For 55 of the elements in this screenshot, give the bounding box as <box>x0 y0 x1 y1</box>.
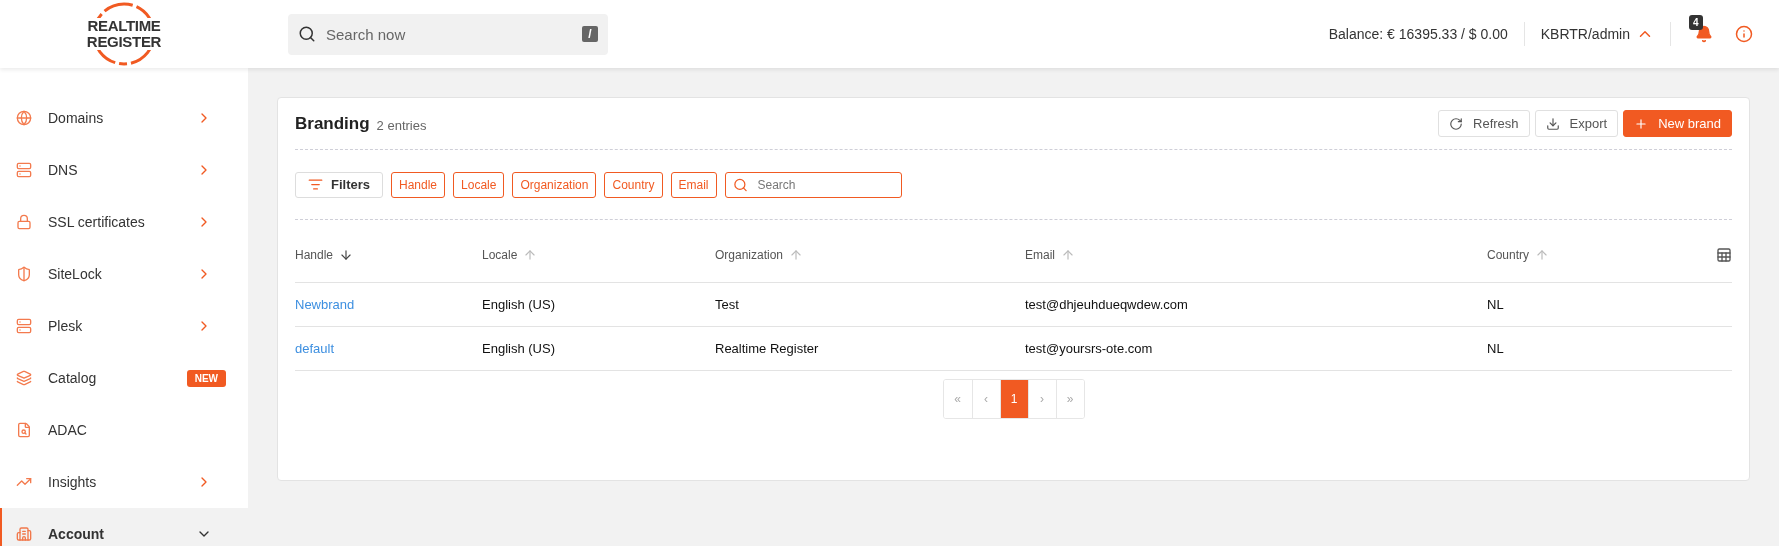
action-button[interactable]: Export <box>1534 110 1619 137</box>
table-cell: Realtime Register <box>715 341 819 356</box>
page-title: Branding <box>295 113 370 134</box>
sidebar-item-label: Domains <box>48 110 105 126</box>
sidebar-item-label: SiteLock <box>48 266 103 282</box>
table-cell: test@yoursrs-ote.com <box>1025 341 1153 356</box>
table-cell: test@dhjeuhdueqwdew.com <box>1025 297 1188 312</box>
sidebar-item[interactable]: Account <box>0 508 248 546</box>
column-header[interactable]: Handle <box>295 248 334 262</box>
sidebar-item-label: ADAC <box>48 422 88 438</box>
globe-icon <box>16 110 32 126</box>
info-icon[interactable] <box>1735 25 1753 43</box>
shield-icon <box>16 266 32 282</box>
search-icon <box>298 25 316 43</box>
sidebar-item-label: DNS <box>48 162 79 178</box>
sidebar-item-label: SSL certificates <box>48 214 146 230</box>
handle-link[interactable]: Newbrand <box>295 297 355 312</box>
table-settings-icon[interactable] <box>1716 247 1732 263</box>
plus-icon <box>1634 116 1649 131</box>
refresh-icon <box>1449 116 1463 131</box>
table-cell: English (US) <box>482 297 555 312</box>
column-header[interactable]: Organization <box>715 248 784 262</box>
notification-bell-icon[interactable] <box>1695 25 1713 43</box>
action-button[interactable]: Refresh <box>1438 110 1530 137</box>
table-cell: NL <box>1487 341 1504 356</box>
sidebar-item-label: Account <box>48 526 105 542</box>
table-cell: English (US) <box>482 341 555 356</box>
logo-text: REALTIME <box>87 18 161 34</box>
balance-text: Balance: € 16395.33 / $ 0.00 <box>1328 26 1508 42</box>
handle-link[interactable]: default <box>295 341 335 356</box>
filter-icon <box>308 177 323 192</box>
download-icon <box>1545 116 1560 131</box>
server-icon <box>16 162 32 178</box>
table-cell: Test <box>715 297 739 312</box>
search-field[interactable]: Search <box>724 171 902 198</box>
entry-count: 2 entries <box>376 117 427 133</box>
sidebar-item-label: Insights <box>48 474 98 490</box>
sidebar-item-label: Catalog <box>48 370 98 386</box>
table-cell: NL <box>1487 297 1504 312</box>
account-menu-button[interactable]: KBRTR/admin <box>1540 25 1654 43</box>
search-icon <box>732 177 748 192</box>
server-icon <box>16 318 32 334</box>
column-header[interactable]: Email <box>1025 248 1055 262</box>
lock-icon <box>16 214 32 230</box>
building-icon <box>16 526 32 542</box>
logo-text: REGISTER <box>86 34 162 50</box>
layers-icon <box>16 370 32 386</box>
filters-button[interactable]: Filters <box>295 171 383 198</box>
sidebar-item-label: Plesk <box>48 318 84 334</box>
new-badge: NEW <box>186 369 226 387</box>
file-search-icon <box>16 422 32 438</box>
column-header[interactable]: Locale <box>482 248 518 262</box>
arrow-up-icon[interactable] <box>1535 248 1550 262</box>
column-header[interactable]: Country <box>1487 248 1530 262</box>
notification-count: 4 <box>1689 15 1703 30</box>
